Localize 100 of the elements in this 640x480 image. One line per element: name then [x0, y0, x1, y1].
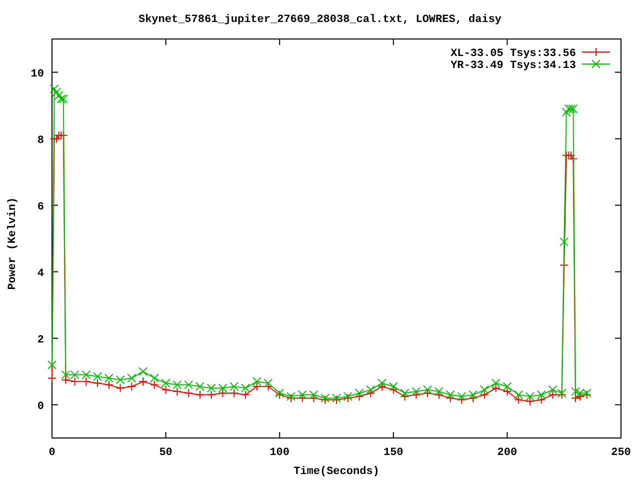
data-point [514, 395, 524, 404]
tick-label: 2 [37, 334, 44, 346]
data-point [206, 390, 216, 400]
data-point [400, 388, 410, 398]
data-point [502, 382, 512, 391]
tick-label: 0 [48, 447, 56, 459]
data-point [52, 134, 62, 144]
data-point [536, 395, 546, 404]
data-point [309, 390, 318, 400]
data-point [354, 392, 364, 401]
data-point [138, 367, 148, 376]
data-point [206, 384, 216, 393]
chart-title: Skynet_57861_jupiter_27669_28038_cal.txt, LOWRES, daisy [138, 14, 502, 26]
data-point [536, 390, 546, 400]
data-point [491, 378, 500, 388]
data-point [566, 104, 576, 114]
data-point [566, 150, 576, 160]
data-point [480, 390, 489, 400]
data-point [562, 108, 571, 117]
data-point [446, 394, 455, 403]
data-point [423, 388, 432, 398]
data-point [570, 394, 580, 403]
x-axis-label: Time(Seconds) [294, 466, 380, 478]
legend-label: YR-33.49 Tsys:34.13 [450, 60, 576, 72]
tick-label: 50 [159, 447, 172, 459]
data-point [70, 370, 80, 380]
data-point [548, 390, 558, 400]
data-point [354, 388, 364, 398]
data-point [93, 378, 102, 388]
data-point [127, 382, 136, 391]
tick-label: 100 [270, 447, 290, 459]
data-point [184, 388, 194, 398]
legend-marker [592, 48, 600, 56]
data-point [446, 390, 455, 400]
data-point [343, 394, 352, 403]
data-point [525, 392, 534, 401]
data-point [48, 374, 56, 383]
data-point [93, 372, 102, 381]
data-point [218, 388, 228, 398]
data-point [434, 390, 444, 400]
data-point [58, 94, 68, 104]
tick-label: 0 [37, 400, 44, 413]
data-point [252, 382, 262, 391]
data-point [264, 378, 273, 388]
data-point [525, 396, 534, 406]
data-point [286, 394, 296, 403]
data-point [343, 392, 352, 401]
data-point [457, 392, 466, 401]
data-point [116, 384, 125, 393]
y-axis-label: Power (Kelvin) [7, 197, 19, 290]
data-point [61, 375, 70, 384]
data-point [434, 386, 444, 396]
data-point [195, 390, 204, 400]
data-point [138, 376, 148, 386]
data-point [298, 390, 307, 400]
data-point [568, 104, 578, 114]
data-point [564, 104, 574, 114]
legend-label: XL-33.05 Tsys:33.56 [450, 48, 576, 60]
data-point [82, 376, 91, 386]
data-point [52, 88, 62, 97]
data-point [184, 380, 194, 390]
legend-marker [592, 60, 600, 68]
data-point [70, 376, 80, 386]
data-point [560, 237, 569, 246]
data-point [230, 382, 239, 391]
data-point [50, 84, 59, 94]
data-point [104, 380, 114, 390]
tick-label: 6 [37, 201, 44, 214]
data-point [548, 385, 558, 394]
data-point [468, 390, 478, 400]
data-point [116, 375, 125, 384]
data-point [378, 382, 387, 391]
data-point [502, 386, 512, 396]
data-point [54, 91, 64, 100]
data-point [568, 154, 578, 164]
data-point [161, 385, 170, 394]
data-point [240, 390, 250, 400]
data-point [172, 386, 182, 396]
data-point [400, 392, 410, 401]
data-point [82, 370, 91, 380]
data-point [468, 394, 478, 403]
tick-label: 10 [30, 68, 44, 80]
data-point [61, 370, 70, 380]
data-point [570, 386, 580, 396]
data-point [491, 384, 500, 393]
data-point [286, 392, 296, 401]
data-point [423, 385, 432, 394]
data-point [412, 390, 421, 400]
data-point [388, 385, 398, 394]
data-point [457, 395, 466, 404]
data-point [366, 388, 376, 398]
data-point [104, 374, 114, 383]
data-point [480, 385, 489, 394]
data-point [378, 378, 387, 388]
data-point [514, 390, 524, 400]
tick-label: 200 [497, 447, 518, 459]
data-point [56, 94, 66, 104]
tick-label: 8 [37, 134, 44, 147]
data-point [309, 394, 318, 403]
data-point [576, 392, 585, 401]
